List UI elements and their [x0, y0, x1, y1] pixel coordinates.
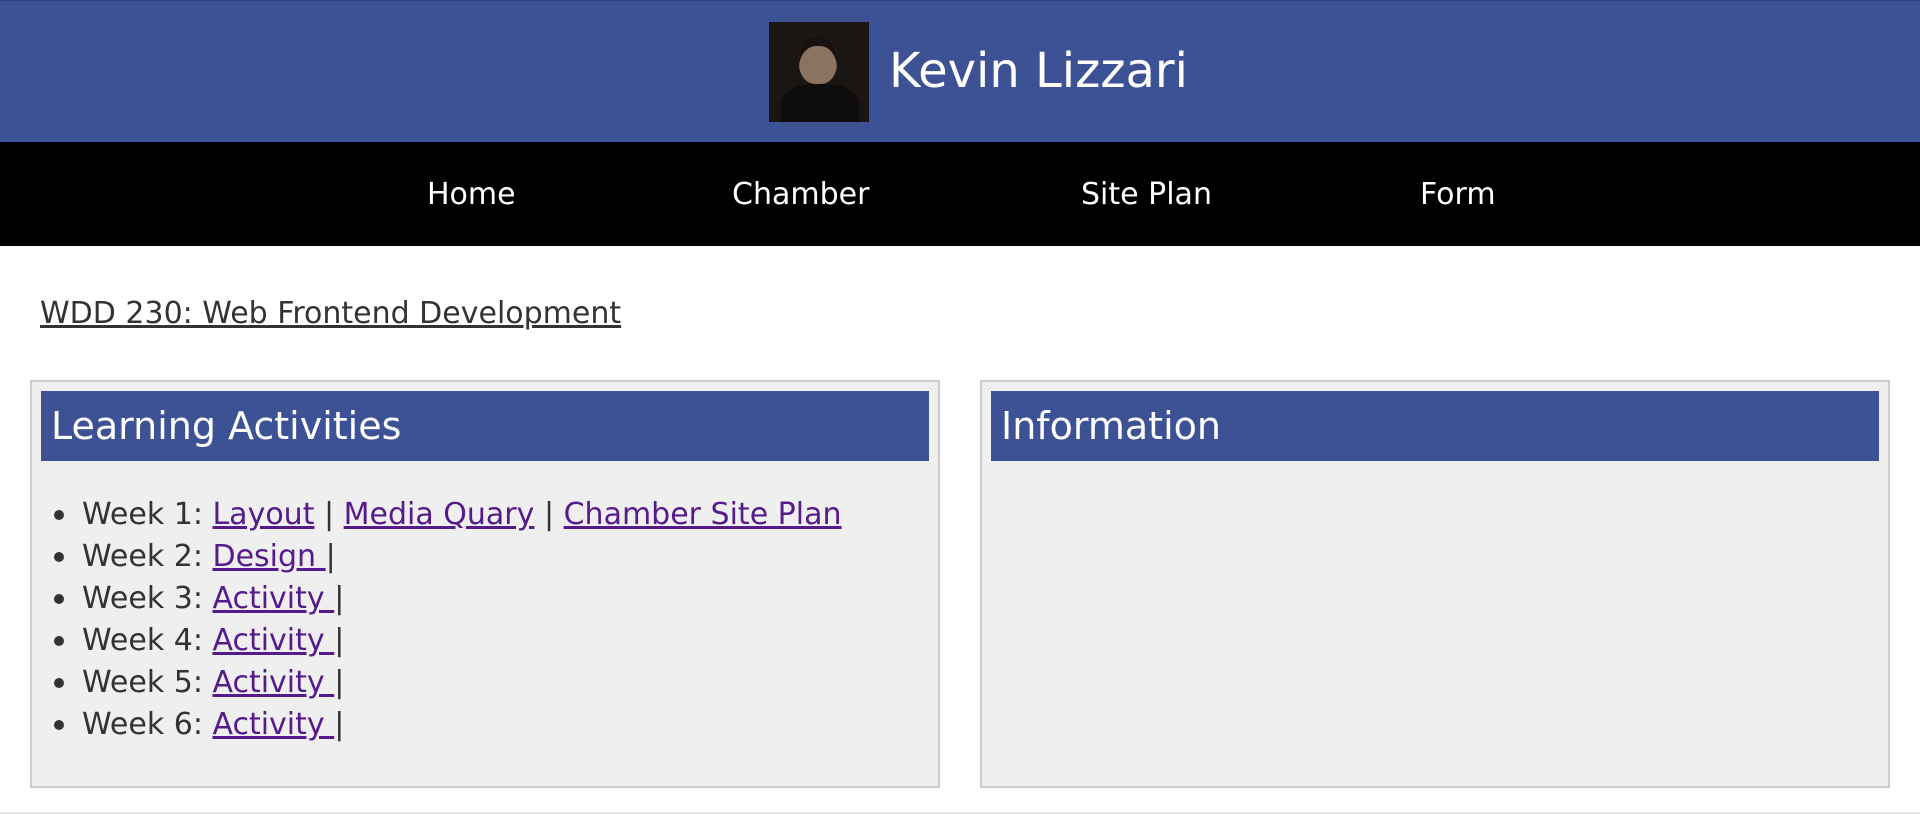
site-header: Kevin Lizzari: [0, 0, 1920, 142]
week-label: Week 1:: [82, 497, 213, 532]
week-label: Week 3:: [82, 581, 213, 616]
activity-week-3: Week 3: Activity |: [32, 578, 842, 620]
profile-photo-body: [781, 84, 859, 122]
nav-form[interactable]: Form: [1420, 175, 1496, 215]
activity-link[interactable]: Activity: [212, 581, 334, 616]
link-separator: |: [334, 707, 345, 742]
link-separator: |: [334, 623, 345, 658]
week-label: Week 5:: [82, 665, 213, 700]
learning-activities-heading: Learning Activities: [41, 391, 929, 461]
link-separator: |: [325, 539, 336, 574]
weekly-activities-list: Week 1: Layout | Media Quary | Chamber S…: [32, 494, 842, 746]
bullet-icon: [54, 594, 64, 604]
information-card: Information: [980, 380, 1890, 788]
activity-link[interactable]: Activity: [212, 665, 334, 700]
activity-week-5: Week 5: Activity |: [32, 662, 842, 704]
activity-link[interactable]: Activity: [212, 707, 334, 742]
week-label: Week 6:: [82, 707, 213, 742]
activity-link[interactable]: Activity: [212, 623, 334, 658]
bullet-icon: [54, 552, 64, 562]
bullet-icon: [54, 636, 64, 646]
activity-week-4: Week 4: Activity |: [32, 620, 842, 662]
nav-site-plan[interactable]: Site Plan: [1081, 175, 1212, 215]
activity-week-2: Week 2: Design |: [32, 536, 842, 578]
profile-photo: [769, 22, 869, 122]
information-heading: Information: [991, 391, 1879, 461]
activity-week-6: Week 6: Activity |: [32, 704, 842, 746]
nav-home[interactable]: Home: [427, 175, 516, 215]
site-name: Kevin Lizzari: [889, 43, 1188, 99]
link-separator: |: [543, 497, 555, 532]
link-separator: |: [334, 665, 345, 700]
main-navigation: Home Chamber Site Plan Form: [0, 142, 1920, 246]
media-query-link[interactable]: Media Quary: [344, 497, 535, 532]
layout-link[interactable]: Layout: [212, 497, 314, 532]
learning-activities-card: Learning Activities Week 1: Layout | Med…: [30, 380, 940, 788]
week-label: Week 2:: [82, 539, 213, 574]
nav-chamber[interactable]: Chamber: [732, 175, 869, 215]
profile-photo-head: [799, 36, 837, 84]
bullet-icon: [54, 720, 64, 730]
design-link[interactable]: Design: [212, 539, 325, 574]
week-label: Week 4:: [82, 623, 213, 658]
link-separator: |: [334, 581, 345, 616]
bullet-icon: [54, 678, 64, 688]
link-separator: |: [324, 497, 335, 532]
chamber-site-plan-link[interactable]: Chamber Site Plan: [564, 497, 842, 532]
activity-week-1: Week 1: Layout | Media Quary | Chamber S…: [32, 494, 842, 536]
course-title-link[interactable]: WDD 230: Web Frontend Development: [40, 294, 621, 334]
bullet-icon: [54, 510, 64, 520]
